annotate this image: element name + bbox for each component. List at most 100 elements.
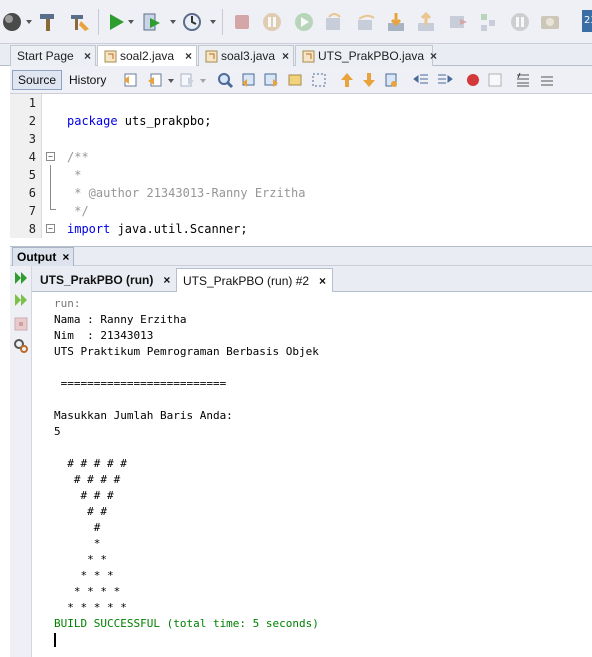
- comment-text: /**: [67, 150, 89, 164]
- close-icon[interactable]: ×: [276, 49, 289, 63]
- chevron-down-icon[interactable]: [168, 79, 174, 83]
- console-line: *: [54, 537, 101, 550]
- console-line: # #: [54, 505, 107, 518]
- rerun-with-different-parameters-icon[interactable]: [13, 292, 29, 308]
- console-line: UTS Praktikum Pemrograman Berbasis Objek: [54, 345, 319, 358]
- code-line[interactable]: 3: [10, 130, 592, 148]
- forward-icon[interactable]: [178, 71, 196, 89]
- console-line: run:: [54, 297, 81, 310]
- tab-start-page[interactable]: Start Page ×: [10, 45, 96, 66]
- toolbar-separator: [222, 9, 223, 35]
- close-icon[interactable]: ×: [179, 49, 192, 63]
- tab-output-run-2[interactable]: UTS_PrakPBO (run) #2 ×: [176, 268, 334, 292]
- step-out-icon[interactable]: [414, 10, 438, 34]
- tab-label: soal2.java: [120, 49, 175, 63]
- console-line: # # # # #: [54, 457, 127, 470]
- comment-text: * @author 21343013-Ranny Erzitha: [67, 186, 306, 200]
- stop-icon[interactable]: [230, 10, 254, 34]
- tab-label: Start Page: [17, 49, 74, 63]
- continue-icon[interactable]: [292, 10, 316, 34]
- previous-bookmark-icon[interactable]: [338, 71, 356, 89]
- code-line[interactable]: 5 *: [10, 166, 592, 184]
- tab-uts-prakpbo-java[interactable]: UTS_PrakPBO.java ×: [295, 45, 437, 66]
- last-edit-icon[interactable]: [122, 71, 140, 89]
- step-over-icon[interactable]: [322, 10, 346, 34]
- tab-soal2-java[interactable]: soal2.java ×: [97, 45, 197, 66]
- find-previous-icon[interactable]: [240, 71, 258, 89]
- toggle-rectangular-selection-icon[interactable]: [310, 71, 328, 89]
- comment-text: *: [67, 168, 82, 182]
- close-icon[interactable]: ×: [319, 274, 326, 288]
- chevron-down-icon[interactable]: [210, 20, 216, 24]
- close-icon[interactable]: ×: [424, 49, 437, 63]
- toggle-bookmark-icon[interactable]: [382, 71, 400, 89]
- source-button[interactable]: Source: [12, 70, 63, 90]
- close-icon[interactable]: ×: [62, 250, 69, 264]
- profile-icon[interactable]: [180, 10, 204, 34]
- clean-build-icon[interactable]: [68, 10, 92, 34]
- console-output[interactable]: run: Nama : Ranny Erzitha Nim : 21343013…: [32, 292, 592, 657]
- history-button[interactable]: History: [63, 70, 112, 90]
- chevron-down-icon[interactable]: [128, 20, 134, 24]
- start-macro-recording-icon[interactable]: [464, 71, 482, 89]
- console-line: Nim : 21343013: [54, 329, 154, 342]
- code-line[interactable]: 6 * @author 21343013-Ranny Erzitha: [10, 184, 592, 202]
- console-line: * * * *: [54, 585, 121, 598]
- code-line[interactable]: 8 − import java.util.Scanner;: [10, 220, 592, 238]
- code-line[interactable]: 4 − /**: [10, 148, 592, 166]
- java-file-icon: [104, 50, 117, 63]
- code-line[interactable]: 7 */: [10, 202, 592, 220]
- rerun-icon[interactable]: [13, 270, 29, 286]
- console-line: #: [54, 521, 101, 534]
- build-hammer-icon[interactable]: [36, 10, 60, 34]
- console-line: 5: [54, 425, 61, 438]
- uncomment-icon[interactable]: [538, 71, 556, 89]
- chevron-down-icon[interactable]: [200, 79, 206, 83]
- tab-output-run[interactable]: UTS_PrakPBO (run) ×: [34, 268, 176, 292]
- stop-icon[interactable]: [13, 316, 29, 332]
- fold-collapse-icon[interactable]: −: [46, 224, 55, 233]
- find-selection-icon[interactable]: [216, 71, 234, 89]
- code-text: uts_prakpbo;: [117, 114, 212, 128]
- console-line: =========================: [54, 377, 227, 390]
- shift-left-icon[interactable]: [412, 71, 430, 89]
- comment-icon[interactable]: [514, 71, 532, 89]
- tab-label: UTS_PrakPBO (run): [40, 273, 154, 287]
- find-next-icon[interactable]: [262, 71, 280, 89]
- run-to-cursor-icon[interactable]: [446, 10, 470, 34]
- step-over-expr-icon[interactable]: [354, 10, 378, 34]
- run-icon[interactable]: [104, 10, 128, 34]
- text-caret: [54, 633, 56, 647]
- comment-text: */: [67, 204, 89, 218]
- take-snapshot-icon[interactable]: [508, 10, 532, 34]
- apply-code-changes-icon[interactable]: [476, 10, 500, 34]
- code-text: java.util.Scanner;: [110, 222, 248, 236]
- memory-indicator[interactable]: 23: [582, 10, 592, 32]
- console-line: Masukkan Jumlah Baris Anda:: [54, 409, 233, 422]
- console-line: * *: [54, 553, 107, 566]
- step-into-icon[interactable]: [384, 10, 408, 34]
- toggle-highlight-icon[interactable]: [286, 71, 304, 89]
- close-icon[interactable]: ×: [163, 273, 170, 287]
- code-editor[interactable]: 1 2 package uts_prakpbo; 3 4 − /** 5 * 6…: [10, 94, 592, 238]
- stop-macro-recording-icon[interactable]: [486, 71, 504, 89]
- pause-icon[interactable]: [260, 10, 284, 34]
- next-bookmark-icon[interactable]: [360, 71, 378, 89]
- fold-collapse-icon[interactable]: −: [46, 152, 55, 161]
- tab-soal3-java[interactable]: soal3.java ×: [198, 45, 294, 66]
- tab-label: UTS_PrakPBO (run) #2: [183, 273, 310, 288]
- globe-icon[interactable]: [0, 10, 24, 34]
- back-icon[interactable]: [146, 71, 164, 89]
- output-side-toolbar: [10, 266, 32, 657]
- close-icon[interactable]: ×: [78, 49, 91, 63]
- code-line[interactable]: 2 package uts_prakpbo;: [10, 112, 592, 130]
- chevron-down-icon[interactable]: [170, 20, 176, 24]
- debug-icon[interactable]: [140, 10, 164, 34]
- screenshot-icon[interactable]: [538, 10, 562, 34]
- settings-icon[interactable]: [13, 338, 29, 354]
- chevron-down-icon[interactable]: [26, 20, 32, 24]
- shift-right-icon[interactable]: [436, 71, 454, 89]
- java-file-icon: [205, 50, 218, 63]
- code-line[interactable]: 1: [10, 94, 592, 112]
- output-window-tab[interactable]: Output ×: [12, 247, 75, 266]
